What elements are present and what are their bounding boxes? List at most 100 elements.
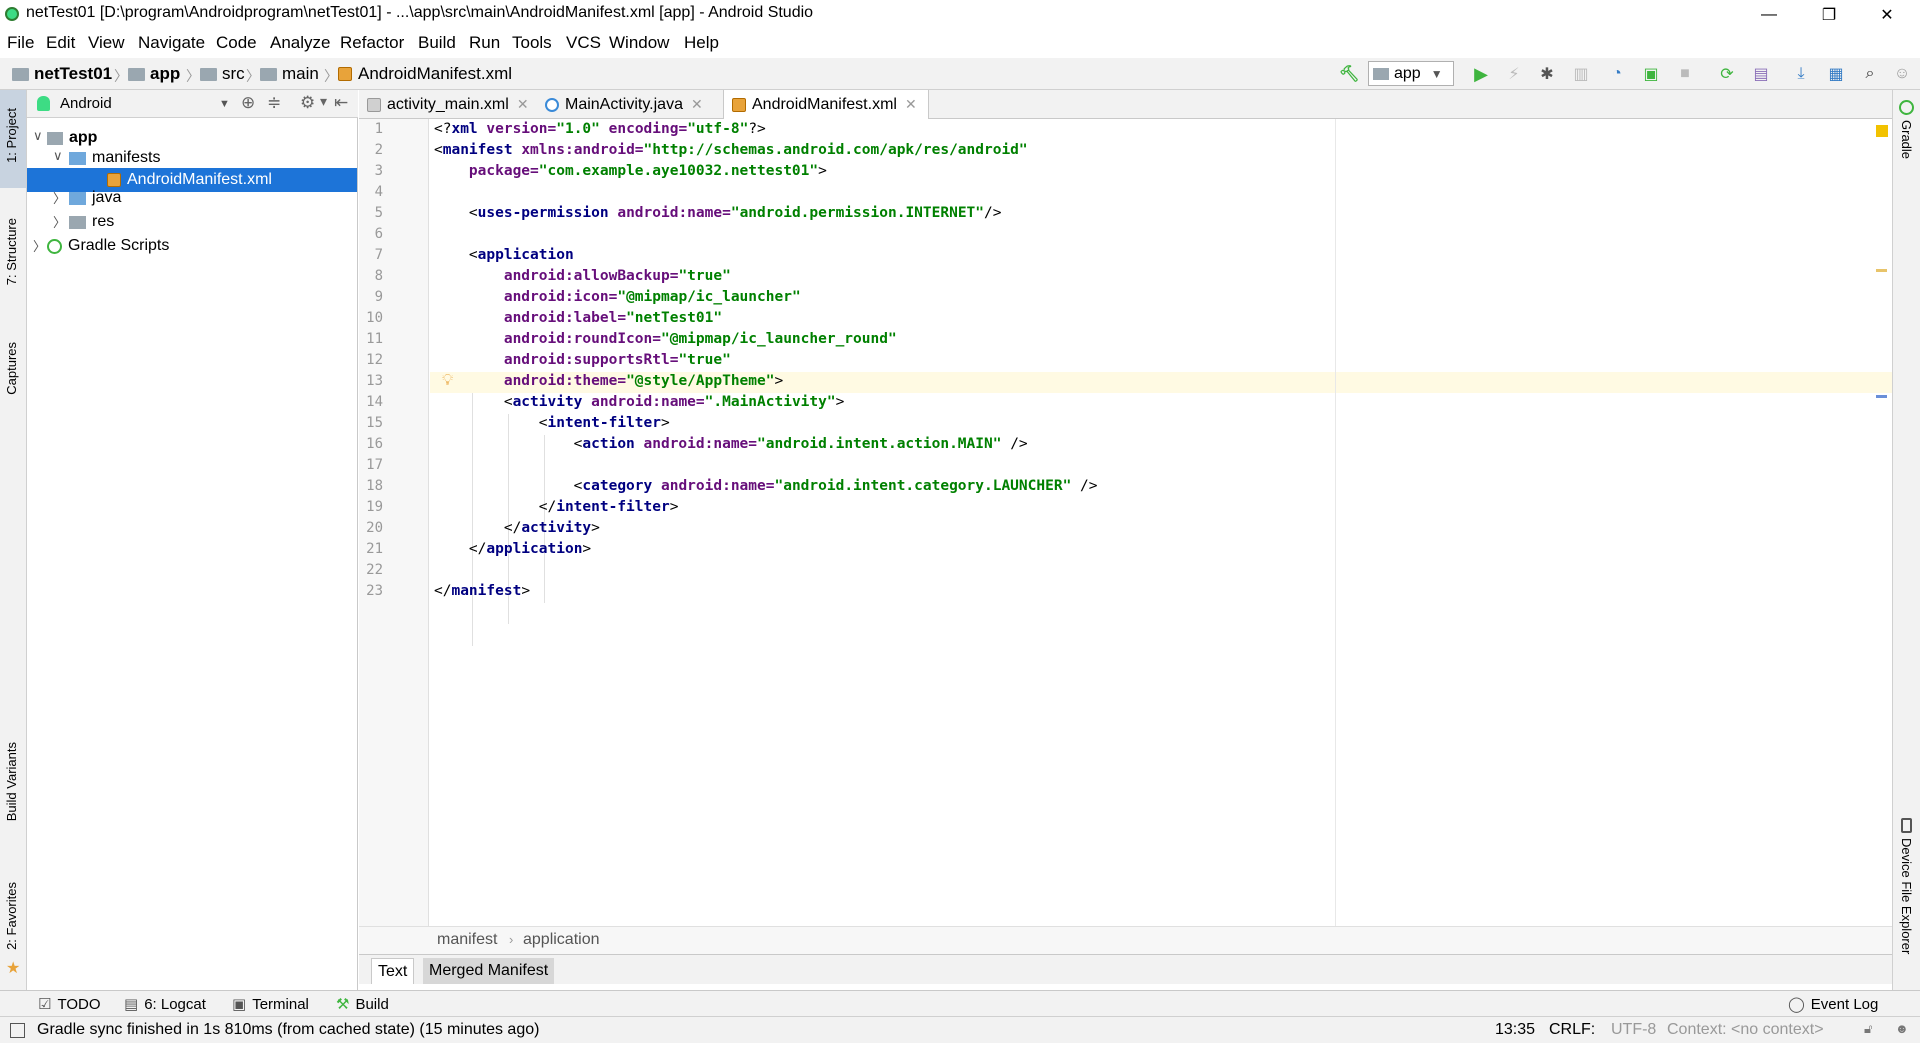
project-tool-tab[interactable]: 1: Project bbox=[4, 108, 19, 163]
breadcrumb-file[interactable]: AndroidManifest.xml bbox=[338, 64, 512, 84]
code-line[interactable]: </application> bbox=[434, 541, 591, 557]
editor-breadcrumb-manifest[interactable]: manifest bbox=[437, 931, 497, 949]
chevron-right-icon[interactable]: 〉 bbox=[53, 212, 66, 231]
caret-position[interactable]: 13:35 bbox=[1495, 1021, 1535, 1039]
terminal-tool-button[interactable]: ▣ Terminal bbox=[232, 995, 309, 1014]
run-icon[interactable]: ▶ bbox=[1470, 63, 1492, 85]
chevron-right-icon[interactable]: 〉 bbox=[33, 236, 46, 255]
device-file-explorer-tool-tab[interactable]: Device File Explorer bbox=[1899, 838, 1914, 954]
collapse-all-icon[interactable]: ≑ bbox=[267, 93, 281, 113]
close-tab-icon[interactable]: ✕ bbox=[691, 96, 703, 113]
warning-marker[interactable] bbox=[1876, 269, 1887, 272]
locate-icon[interactable]: ⊕ bbox=[241, 93, 255, 113]
context-indicator[interactable]: Context: <no context> bbox=[1667, 1021, 1824, 1039]
code-line[interactable]: <action android:name="android.intent.act… bbox=[434, 436, 1028, 452]
code-line[interactable]: package="com.example.aye10032.nettest01"… bbox=[434, 163, 827, 179]
favorites-tool-tab[interactable]: 2: Favorites bbox=[4, 882, 19, 950]
build-variants-tool-tab[interactable]: Build Variants bbox=[4, 742, 19, 821]
editor-breadcrumb-application[interactable]: application bbox=[523, 931, 600, 949]
code-line[interactable]: android:supportsRtl="true" bbox=[434, 352, 731, 368]
tab-mainactivity-java[interactable]: MainActivity.java ✕ bbox=[537, 90, 715, 119]
event-log-button[interactable]: ◯ Event Log bbox=[1788, 995, 1878, 1014]
captures-tool-tab[interactable]: Captures bbox=[4, 342, 19, 395]
menu-file[interactable]: File bbox=[7, 33, 34, 53]
menu-tools[interactable]: Tools bbox=[512, 33, 552, 53]
minimize-button[interactable]: — bbox=[1746, 0, 1792, 30]
profile-icon[interactable]: ◔ bbox=[1606, 63, 1628, 85]
menu-run[interactable]: Run bbox=[469, 33, 500, 53]
breadcrumb-app[interactable]: app bbox=[128, 64, 180, 84]
tree-item-res[interactable]: res bbox=[69, 210, 114, 234]
close-tab-icon[interactable]: ✕ bbox=[517, 96, 529, 113]
tab-activity-main-xml[interactable]: activity_main.xml ✕ bbox=[359, 90, 535, 119]
tab-merged-manifest[interactable]: Merged Manifest bbox=[423, 958, 555, 984]
tab-text[interactable]: Text bbox=[371, 958, 415, 984]
code-line[interactable]: <activity android:name=".MainActivity"> bbox=[434, 394, 845, 410]
build-tool-button[interactable]: ⚒ Build bbox=[336, 995, 389, 1014]
chevron-right-icon[interactable]: 〉 bbox=[53, 188, 66, 207]
lock-icon[interactable]: 🔓︎ bbox=[1864, 1021, 1872, 1037]
file-encoding[interactable]: UTF-8 bbox=[1611, 1021, 1656, 1039]
gear-icon[interactable]: ⚙ bbox=[300, 93, 315, 113]
code-line[interactable]: <?xml version="1.0" encoding="utf-8"?> bbox=[434, 121, 766, 137]
code-line[interactable]: <category android:name="android.intent.c… bbox=[434, 478, 1098, 494]
restore-button[interactable]: ❐ bbox=[1806, 0, 1852, 30]
tree-item-gradle-scripts[interactable]: Gradle Scripts bbox=[47, 234, 169, 258]
debug-icon[interactable]: ✱ bbox=[1536, 63, 1558, 85]
breadcrumb-src[interactable]: src bbox=[200, 64, 245, 84]
status-message[interactable]: Gradle sync finished in 1s 810ms (from c… bbox=[37, 1021, 539, 1039]
breadcrumb-project[interactable]: netTest01 bbox=[12, 64, 112, 84]
code-editor[interactable]: 💡︎ <?xml version="1.0" encoding="utf-8"?… bbox=[430, 119, 1892, 926]
toggle-tool-windows-icon[interactable] bbox=[10, 1023, 25, 1038]
tree-item-java[interactable]: java bbox=[69, 186, 121, 210]
sdk-manager-icon[interactable]: ⤓ bbox=[1790, 63, 1812, 85]
code-line[interactable]: android:label="netTest01" bbox=[434, 310, 722, 326]
code-line[interactable]: <application bbox=[434, 247, 574, 263]
menu-window[interactable]: Window bbox=[609, 33, 669, 53]
code-line[interactable]: </activity> bbox=[434, 520, 600, 536]
structure-tool-tab[interactable]: 7: Structure bbox=[4, 218, 19, 285]
gradle-tool-tab[interactable]: Gradle bbox=[1899, 120, 1914, 159]
breadcrumb-main[interactable]: main bbox=[260, 64, 319, 84]
tab-androidmanifest-xml[interactable]: AndroidManifest.xml ✕ bbox=[723, 90, 929, 119]
hammer-icon[interactable]: 🔨︎ bbox=[1338, 63, 1360, 85]
code-line[interactable]: <manifest xmlns:android="http://schemas.… bbox=[434, 142, 1028, 158]
todo-tool-button[interactable]: ☑ TODO bbox=[38, 995, 101, 1014]
menu-edit[interactable]: Edit bbox=[46, 33, 75, 53]
warning-indicator-icon[interactable] bbox=[1876, 125, 1888, 137]
code-line[interactable]: android:icon="@mipmap/ic_launcher" bbox=[434, 289, 801, 305]
menu-navigate[interactable]: Navigate bbox=[138, 33, 205, 53]
attach-debugger-icon[interactable]: ▣ bbox=[1640, 63, 1662, 85]
code-line[interactable]: </manifest> bbox=[434, 583, 530, 599]
menu-view[interactable]: View bbox=[88, 33, 125, 53]
logcat-tool-button[interactable]: ▤ 6: Logcat bbox=[124, 995, 206, 1014]
tree-item-androidmanifest[interactable]: AndroidManifest.xml bbox=[107, 168, 272, 192]
code-line[interactable]: android:roundIcon="@mipmap/ic_launcher_r… bbox=[434, 331, 897, 347]
run-configuration-dropdown[interactable]: app ▼ bbox=[1368, 61, 1454, 86]
code-line[interactable]: android:theme="@style/AppTheme"> bbox=[434, 373, 783, 389]
project-structure-icon[interactable]: ▦ bbox=[1825, 63, 1847, 85]
hide-panel-icon[interactable]: ⇤ bbox=[334, 93, 348, 113]
menu-refactor[interactable]: Refactor bbox=[340, 33, 404, 53]
chevron-down-icon[interactable]: ∨ bbox=[33, 128, 43, 144]
menu-build[interactable]: Build bbox=[418, 33, 456, 53]
code-line[interactable]: <intent-filter> bbox=[434, 415, 670, 431]
code-line[interactable]: android:allowBackup="true" bbox=[434, 268, 731, 284]
menu-help[interactable]: Help bbox=[684, 33, 719, 53]
sync-icon[interactable]: ⟳ bbox=[1716, 63, 1738, 85]
avd-manager-icon[interactable]: ▤ bbox=[1750, 63, 1772, 85]
tree-item-manifests[interactable]: manifests bbox=[69, 146, 160, 170]
close-button[interactable]: ✕ bbox=[1864, 0, 1910, 30]
code-line[interactable]: </intent-filter> bbox=[434, 499, 679, 515]
menu-analyze[interactable]: Analyze bbox=[270, 33, 330, 53]
project-view-mode[interactable]: Android bbox=[60, 95, 112, 112]
search-icon[interactable]: ⌕ bbox=[1859, 63, 1881, 85]
chevron-down-icon[interactable]: ▾ bbox=[320, 93, 327, 110]
chevron-down-icon[interactable]: ▼ bbox=[219, 98, 230, 110]
menu-vcs[interactable]: VCS bbox=[566, 33, 601, 53]
menu-code[interactable]: Code bbox=[216, 33, 257, 53]
chevron-down-icon[interactable]: ∨ bbox=[53, 148, 63, 164]
hector-icon[interactable]: ☻ bbox=[1895, 1021, 1909, 1036]
close-tab-icon[interactable]: ✕ bbox=[905, 96, 917, 113]
code-line[interactable]: <uses-permission android:name="android.p… bbox=[434, 205, 1002, 221]
